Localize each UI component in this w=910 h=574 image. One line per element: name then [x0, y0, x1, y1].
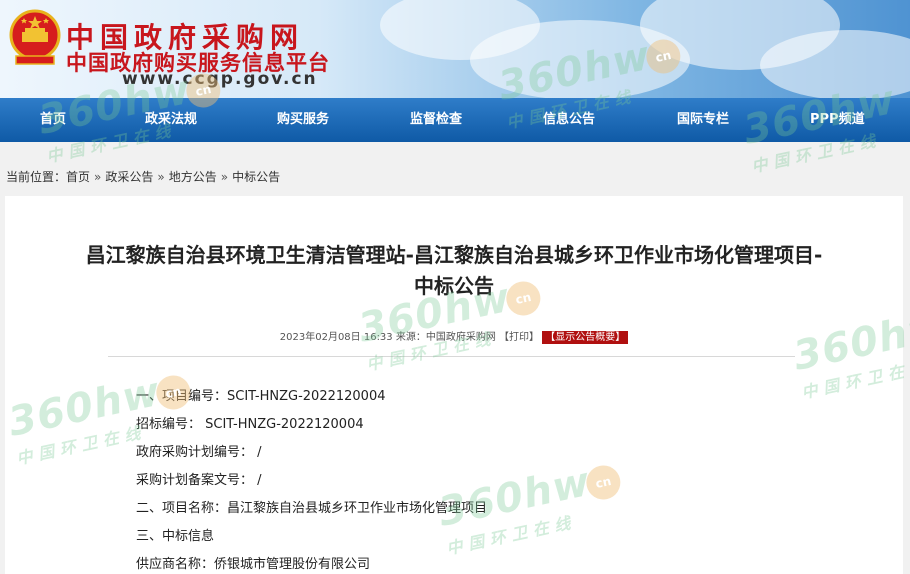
- supplier-name: 供应商名称：侨银城市管理股份有限公司: [136, 557, 371, 572]
- breadcrumb-label: 当前位置：: [6, 170, 67, 184]
- nav-item-international[interactable]: 国际专栏: [677, 98, 729, 142]
- show-summary-button[interactable]: 【显示公告概要】: [542, 331, 629, 344]
- nav-item-purchase-services[interactable]: 购买服务: [277, 98, 329, 142]
- breadcrumb-separator: »: [220, 170, 229, 184]
- article-title-line1: 昌江黎族自治县环境卫生清洁管理站-昌江黎族自治县城乡环卫作业市场化管理项目-: [85, 243, 823, 267]
- tender-number: 招标编号： SCIT-HNZG-2022120004: [136, 417, 364, 432]
- award-info-heading: 三、中标信息: [136, 529, 215, 544]
- breadcrumb-separator: »: [157, 170, 165, 184]
- filing-number: 采购计划备案文号： /: [136, 473, 262, 488]
- breadcrumb-local[interactable]: 地方公告: [169, 170, 217, 184]
- breadcrumb-procurement[interactable]: 政采公告: [105, 170, 153, 184]
- breadcrumb-home[interactable]: 首页: [66, 170, 90, 184]
- breadcrumb-award[interactable]: 中标公告: [232, 170, 280, 184]
- breadcrumb-separator: »: [94, 170, 102, 184]
- national-emblem-icon: [9, 9, 61, 65]
- project-name: 二、项目名称：昌江黎族自治县城乡环卫作业市场化管理项目: [136, 501, 488, 516]
- breadcrumb: 当前位置：首页» 政采公告» 地方公告» 中标公告: [6, 168, 280, 185]
- nav-item-supervision[interactable]: 监督检查: [410, 98, 462, 142]
- plan-number: 政府采购计划编号： /: [136, 445, 262, 460]
